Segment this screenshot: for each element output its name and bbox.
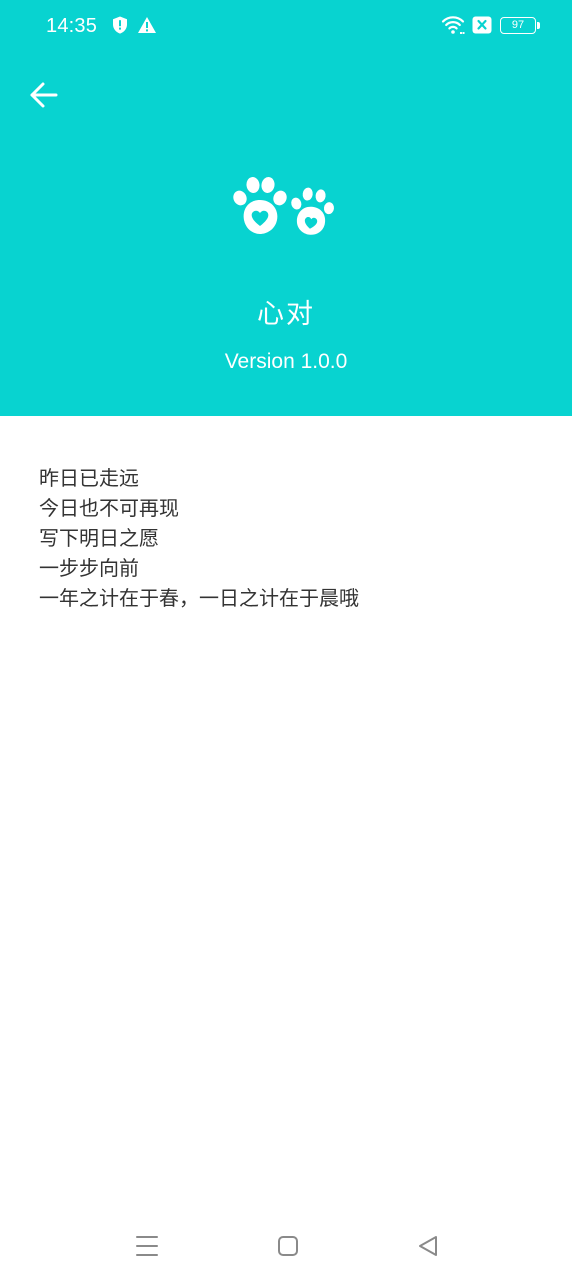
system-nav-bar — [0, 1216, 572, 1280]
description-line: 一步步向前 — [39, 556, 139, 580]
no-sim-icon — [472, 16, 492, 34]
battery-tip — [537, 22, 540, 29]
description-line: 今日也不可再现 — [39, 496, 179, 520]
status-time: 14:35 — [46, 15, 98, 37]
header-panel: 14:35 97 心对 Version 1.0.0 — [0, 0, 572, 416]
wifi-icon — [441, 16, 465, 34]
description-line: 一年之计在于春，一日之计在于晨哦 — [39, 586, 359, 610]
battery-icon: 97 — [500, 17, 536, 34]
home-icon — [278, 1236, 298, 1256]
back-button[interactable] — [24, 74, 68, 118]
description-line: 写下明日之愿 — [39, 526, 159, 550]
recent-apps-button[interactable] — [127, 1230, 167, 1262]
status-bar: 14:35 97 — [0, 0, 572, 52]
battery-level: 97 — [511, 19, 525, 31]
menu-icon — [136, 1236, 158, 1256]
warning-icon — [138, 17, 156, 33]
description-text: 昨日已走远 今日也不可再现 写下明日之愿 一步步向前 一年之计在于春，一日之计在… — [39, 463, 539, 613]
shield-icon — [113, 16, 127, 34]
back-triangle-icon — [419, 1236, 437, 1256]
nav-back-button[interactable] — [408, 1230, 448, 1262]
about-screen: 14:35 97 心对 Version 1.0.0 昨日已走远 今日也不可再现 … — [0, 0, 572, 1280]
app-version: Version 1.0.0 — [224, 350, 348, 373]
home-button[interactable] — [268, 1230, 308, 1262]
paw-heart-icon — [233, 177, 334, 235]
app-name: 心对 — [257, 299, 315, 330]
description-line: 昨日已走远 — [39, 466, 139, 490]
arrow-left-icon — [30, 82, 58, 108]
